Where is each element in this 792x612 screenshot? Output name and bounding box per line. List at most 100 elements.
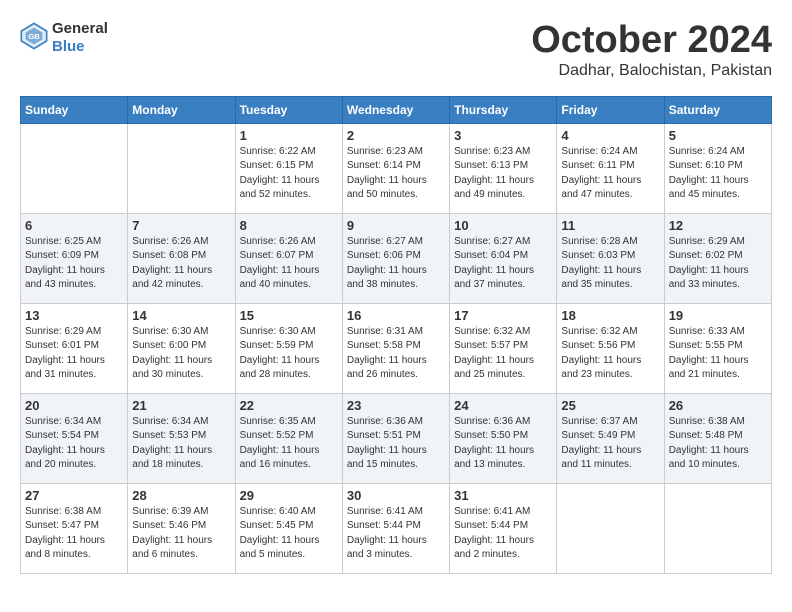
day-number: 31 (454, 488, 552, 503)
day-number: 28 (132, 488, 230, 503)
day-number: 12 (669, 218, 767, 233)
day-number: 15 (240, 308, 338, 323)
day-number: 9 (347, 218, 445, 233)
calendar-cell: 7 Sunrise: 6:26 AM Sunset: 6:08 PM Daylig… (128, 213, 235, 303)
day-number: 29 (240, 488, 338, 503)
day-info: Sunrise: 6:28 AM Sunset: 6:03 PM Dayligh… (561, 235, 659, 293)
day-number: 4 (561, 128, 659, 143)
day-number: 1 (240, 128, 338, 143)
title-block: October 2024 Dadhar, Balochistan, Pakist… (531, 20, 772, 80)
day-number: 5 (669, 128, 767, 143)
calendar-cell: 12Sunrise: 6:29 AM Sunset: 6:02 PM Dayli… (664, 213, 771, 303)
day-info: Sunrise: 6:31 AM Sunset: 5:58 PM Dayligh… (347, 325, 445, 383)
calendar-cell: 25 Sunrise: 6:37 AM Sunset: 5:49 PM Dayli… (557, 393, 664, 483)
calendar-table: SundayMondayTuesdayWednesdayThursdayFrid… (20, 96, 772, 574)
day-info: Sunrise: 6:23 AM Sunset: 6:13 PM Dayligh… (454, 145, 552, 203)
column-header-monday: Monday (128, 96, 235, 123)
calendar-cell: 28Sunrise: 6:39 AM Sunset: 5:46 PM Dayli… (128, 483, 235, 573)
calendar-cell: 15 Sunrise: 6:30 AM Sunset: 5:59 PM Dayli… (235, 303, 342, 393)
day-number: 25 (561, 398, 659, 413)
calendar-week-4: 20 Sunrise: 6:34 AM Sunset: 5:54 PM Dayli… (21, 393, 772, 483)
column-header-thursday: Thursday (450, 96, 557, 123)
day-number: 26 (669, 398, 767, 413)
calendar-cell: 13 Sunrise: 6:29 AM Sunset: 6:01 PM Dayli… (21, 303, 128, 393)
calendar-week-1: 1Sunrise: 6:22 AM Sunset: 6:15 PM Daylig… (21, 123, 772, 213)
column-header-tuesday: Tuesday (235, 96, 342, 123)
calendar-cell: 26 Sunrise: 6:38 AM Sunset: 5:48 PM Dayli… (664, 393, 771, 483)
location: Dadhar, Balochistan, Pakistan (531, 62, 772, 80)
column-header-wednesday: Wednesday (342, 96, 449, 123)
day-info: Sunrise: 6:32 AM Sunset: 5:56 PM Dayligh… (561, 325, 659, 383)
calendar-cell: 24 Sunrise: 6:36 AM Sunset: 5:50 PM Dayli… (450, 393, 557, 483)
calendar-body: 1Sunrise: 6:22 AM Sunset: 6:15 PM Daylig… (21, 123, 772, 573)
column-header-saturday: Saturday (664, 96, 771, 123)
logo: GB General Blue (20, 20, 108, 56)
day-number: 24 (454, 398, 552, 413)
day-info: Sunrise: 6:26 AM Sunset: 6:08 PM Dayligh… (132, 235, 230, 293)
day-info: Sunrise: 6:25 AM Sunset: 6:09 PM Dayligh… (25, 235, 123, 293)
day-info: Sunrise: 6:24 AM Sunset: 6:11 PM Dayligh… (561, 145, 659, 203)
calendar-cell: 10 Sunrise: 6:27 AM Sunset: 6:04 PM Dayli… (450, 213, 557, 303)
day-number: 27 (25, 488, 123, 503)
day-number: 2 (347, 128, 445, 143)
day-info: Sunrise: 6:38 AM Sunset: 5:47 PM Dayligh… (25, 505, 123, 563)
calendar-cell: 23Sunrise: 6:36 AM Sunset: 5:51 PM Dayli… (342, 393, 449, 483)
day-number: 8 (240, 218, 338, 233)
calendar-cell: 17 Sunrise: 6:32 AM Sunset: 5:57 PM Dayli… (450, 303, 557, 393)
day-info: Sunrise: 6:35 AM Sunset: 5:52 PM Dayligh… (240, 415, 338, 473)
day-info: Sunrise: 6:34 AM Sunset: 5:54 PM Dayligh… (25, 415, 123, 473)
day-number: 11 (561, 218, 659, 233)
day-info: Sunrise: 6:36 AM Sunset: 5:50 PM Dayligh… (454, 415, 552, 473)
calendar-cell: 4 Sunrise: 6:24 AM Sunset: 6:11 PM Daylig… (557, 123, 664, 213)
day-number: 16 (347, 308, 445, 323)
svg-text:GB: GB (28, 31, 40, 40)
calendar-cell: 31 Sunrise: 6:41 AM Sunset: 5:44 PM Dayli… (450, 483, 557, 573)
calendar-header: SundayMondayTuesdayWednesdayThursdayFrid… (21, 96, 772, 123)
calendar-cell: 27 Sunrise: 6:38 AM Sunset: 5:47 PM Dayli… (21, 483, 128, 573)
day-info: Sunrise: 6:26 AM Sunset: 6:07 PM Dayligh… (240, 235, 338, 293)
logo-icon: GB (20, 22, 48, 50)
day-number: 18 (561, 308, 659, 323)
logo-text: General (52, 20, 108, 38)
day-number: 21 (132, 398, 230, 413)
calendar-cell: 3Sunrise: 6:23 AM Sunset: 6:13 PM Daylig… (450, 123, 557, 213)
day-info: Sunrise: 6:24 AM Sunset: 6:10 PM Dayligh… (669, 145, 767, 203)
day-number: 13 (25, 308, 123, 323)
day-info: Sunrise: 6:30 AM Sunset: 6:00 PM Dayligh… (132, 325, 230, 383)
day-info: Sunrise: 6:30 AM Sunset: 5:59 PM Dayligh… (240, 325, 338, 383)
calendar-cell: 8 Sunrise: 6:26 AM Sunset: 6:07 PM Daylig… (235, 213, 342, 303)
calendar-cell: 6 Sunrise: 6:25 AM Sunset: 6:09 PM Daylig… (21, 213, 128, 303)
day-number: 19 (669, 308, 767, 323)
calendar-cell: 9Sunrise: 6:27 AM Sunset: 6:06 PM Daylig… (342, 213, 449, 303)
day-info: Sunrise: 6:36 AM Sunset: 5:51 PM Dayligh… (347, 415, 445, 473)
day-number: 17 (454, 308, 552, 323)
day-info: Sunrise: 6:32 AM Sunset: 5:57 PM Dayligh… (454, 325, 552, 383)
calendar-cell: 22Sunrise: 6:35 AM Sunset: 5:52 PM Dayli… (235, 393, 342, 483)
logo-blue-text: Blue (52, 38, 108, 56)
day-info: Sunrise: 6:23 AM Sunset: 6:14 PM Dayligh… (347, 145, 445, 203)
calendar-cell: 21Sunrise: 6:34 AM Sunset: 5:53 PM Dayli… (128, 393, 235, 483)
day-info: Sunrise: 6:38 AM Sunset: 5:48 PM Dayligh… (669, 415, 767, 473)
day-info: Sunrise: 6:41 AM Sunset: 5:44 PM Dayligh… (454, 505, 552, 563)
calendar-cell: 2 Sunrise: 6:23 AM Sunset: 6:14 PM Daylig… (342, 123, 449, 213)
day-info: Sunrise: 6:29 AM Sunset: 6:01 PM Dayligh… (25, 325, 123, 383)
day-number: 6 (25, 218, 123, 233)
day-number: 30 (347, 488, 445, 503)
calendar-cell: 1Sunrise: 6:22 AM Sunset: 6:15 PM Daylig… (235, 123, 342, 213)
day-info: Sunrise: 6:27 AM Sunset: 6:04 PM Dayligh… (454, 235, 552, 293)
calendar-cell (21, 123, 128, 213)
day-number: 10 (454, 218, 552, 233)
day-info: Sunrise: 6:37 AM Sunset: 5:49 PM Dayligh… (561, 415, 659, 473)
calendar-cell (557, 483, 664, 573)
calendar-cell: 20 Sunrise: 6:34 AM Sunset: 5:54 PM Dayli… (21, 393, 128, 483)
calendar-cell: 29Sunrise: 6:40 AM Sunset: 5:45 PM Dayli… (235, 483, 342, 573)
day-info: Sunrise: 6:33 AM Sunset: 5:55 PM Dayligh… (669, 325, 767, 383)
calendar-week-5: 27 Sunrise: 6:38 AM Sunset: 5:47 PM Dayli… (21, 483, 772, 573)
day-number: 14 (132, 308, 230, 323)
calendar-week-2: 6 Sunrise: 6:25 AM Sunset: 6:09 PM Daylig… (21, 213, 772, 303)
day-number: 7 (132, 218, 230, 233)
day-number: 20 (25, 398, 123, 413)
day-info: Sunrise: 6:41 AM Sunset: 5:44 PM Dayligh… (347, 505, 445, 563)
calendar-cell (128, 123, 235, 213)
column-header-sunday: Sunday (21, 96, 128, 123)
